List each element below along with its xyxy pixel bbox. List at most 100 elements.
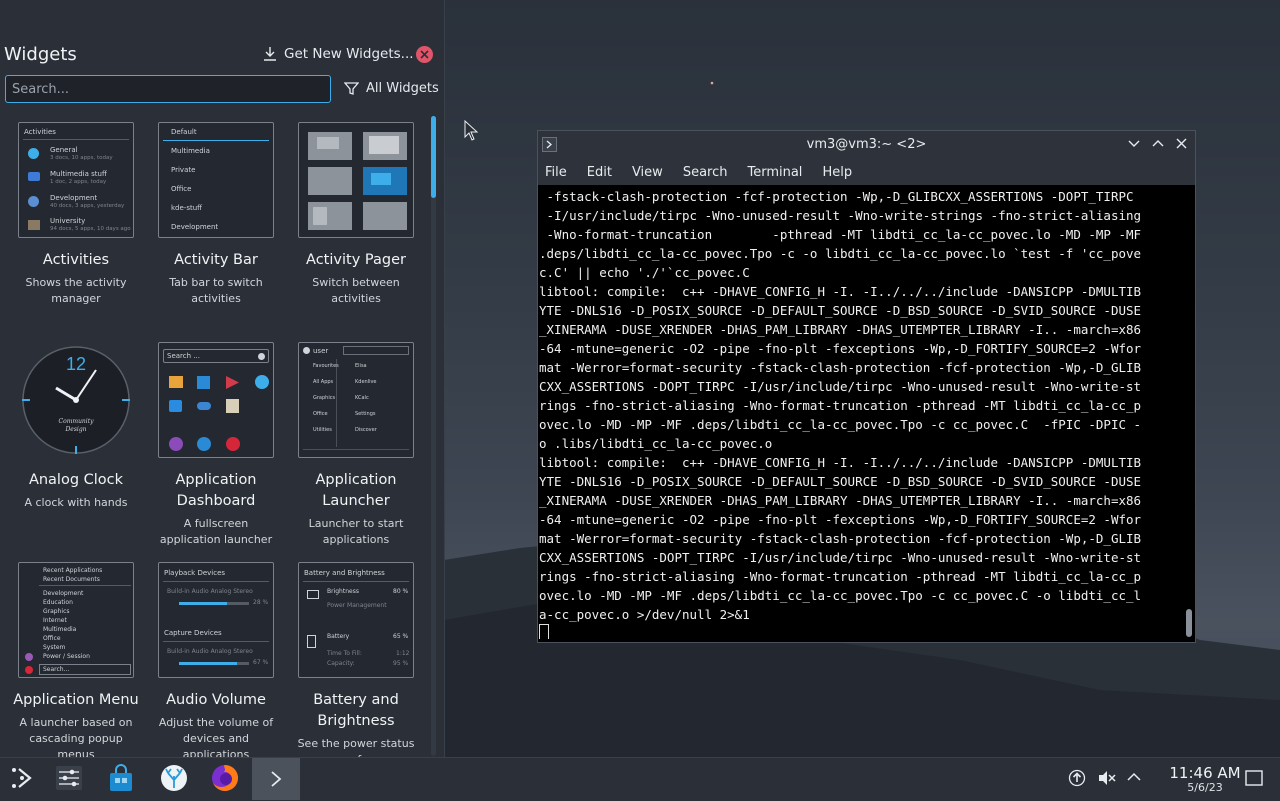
widget-battery-and-brightness[interactable]: Battery and Brightness Brightness 80 % P…	[286, 562, 426, 758]
terminal-line: -64 -mtune=generic -O2 -pipe -fno-plt -f…	[539, 341, 1142, 356]
widget-thumbnail: Default Multimedia Private Office kde-st…	[158, 122, 274, 238]
discover-store-button[interactable]	[105, 762, 137, 794]
thumb-text: Playback Devices	[164, 569, 226, 577]
thumb-text: Development	[171, 223, 219, 231]
minimize-icon[interactable]	[1128, 139, 1140, 149]
panel-title: Widgets	[4, 44, 77, 65]
show-desktop-icon[interactable]	[1245, 770, 1263, 786]
menu-file[interactable]: File	[545, 158, 567, 185]
widgets-panel: Widgets Get New Widgets... All Widgets A…	[0, 0, 445, 758]
widget-name: Activities	[42, 252, 110, 268]
terminal-line: _XINERAMA -DUSE_XRENDER -DHAS_PAM_LIBRAR…	[539, 322, 1142, 337]
terminal-menubar: File Edit View Search Terminal Help	[538, 158, 1195, 185]
terminal-output[interactable]: -fstack-clash-protection -fcf-protection…	[538, 187, 1181, 639]
clock-brand: Community	[58, 418, 94, 425]
thumb-text: Utilities	[313, 427, 332, 433]
widget-activities[interactable]: Activities General 3 docs, 10 apps, toda…	[6, 122, 146, 307]
terminal-prompt-line	[539, 624, 1181, 639]
widget-application-menu[interactable]: Recent Applications Recent Documents Dev…	[6, 562, 146, 758]
widget-thumbnail: Activities General 3 docs, 10 apps, toda…	[18, 122, 134, 238]
widget-application-dashboard[interactable]: Search ... Application Dashboard A fulls…	[146, 342, 286, 548]
terminal-line: ovec.lo -MD -MP -MF .deps/libdti_cc_la-c…	[539, 417, 1142, 432]
text-cursor	[539, 624, 549, 639]
close-window-icon[interactable]	[1176, 138, 1187, 149]
thumb-text: 1:12	[396, 650, 410, 657]
thumb-text: Default	[171, 128, 197, 136]
widget-description: Adjust the volume of devices and applica…	[158, 716, 274, 758]
widget-name: Audio Volume	[166, 692, 266, 708]
terminal-line: rings -fno-strict-aliasing -Wno-format-t…	[539, 398, 1142, 413]
thumb-text: Time To Fill:	[327, 650, 362, 657]
terminal-line: _XINERAMA -DUSE_XRENDER -DHAS_PAM_LIBRAR…	[539, 493, 1142, 508]
terminal-line: YTE -DNLS16 -D_POSIX_SOURCE -D_DEFAULT_S…	[539, 303, 1142, 318]
get-new-widgets-button[interactable]: Get New Widgets...	[262, 46, 414, 62]
terminal-line: ovec.lo -MD -MP -MF .deps/libdti_cc_la-c…	[539, 588, 1142, 603]
widget-audio-volume[interactable]: Playback Devices Build-in Audio Analog S…	[146, 562, 286, 758]
terminal-titlebar[interactable]: vm3@vm3:~ <2>	[538, 131, 1195, 158]
terminal-line: .deps/libdti_cc_la-cc_povec.Tpo -c -o li…	[539, 246, 1142, 261]
thumb-text: Elisa	[355, 363, 367, 369]
thumb-text: Development	[43, 590, 84, 597]
thumb-text: Brightness	[327, 588, 359, 595]
updates-icon[interactable]	[1068, 769, 1086, 787]
thumb-text: Battery	[327, 633, 350, 640]
taskbar	[0, 757, 1280, 801]
clock-date[interactable]: 5/6/23	[1150, 781, 1260, 794]
thumb-text: Recent Applications	[43, 567, 103, 574]
thumb-text: Private	[171, 166, 196, 174]
widget-activity-pager[interactable]: Activity Pager Switch between activities	[286, 122, 426, 307]
thumb-text: General	[50, 146, 78, 154]
close-panel-button[interactable]	[416, 46, 433, 63]
system-settings-button[interactable]	[53, 762, 85, 794]
widget-description: Shows the activity manager	[25, 276, 127, 305]
thumb-text: 40 docs, 3 apps, yesterday	[50, 203, 125, 209]
widget-name: Activity Pager	[306, 252, 406, 268]
scrollbar-handle[interactable]	[431, 116, 436, 198]
terminal-scrollbar[interactable]	[1186, 609, 1192, 637]
menu-terminal[interactable]: Terminal	[747, 158, 802, 185]
clock-time[interactable]: 11:46 AM	[1150, 764, 1260, 782]
widget-description: Launcher to start applications	[308, 517, 404, 546]
terminal-line: -64 -mtune=generic -O2 -pipe -fno-plt -f…	[539, 512, 1142, 527]
chevron-up-icon[interactable]	[1127, 772, 1141, 782]
thumb-text: Multimedia	[43, 626, 77, 633]
thumb-text: 80 %	[393, 588, 409, 595]
widget-description: A fullscreen application launcher	[159, 517, 273, 546]
volume-muted-icon[interactable]	[1097, 769, 1117, 787]
thumb-text: KCalc	[355, 395, 369, 401]
search-input[interactable]	[5, 75, 331, 103]
terminal-window[interactable]: vm3@vm3:~ <2> File Edit View Search Term…	[537, 130, 1196, 643]
terminal-task-button[interactable]	[252, 758, 300, 800]
widget-analog-clock[interactable]: 12 Community Design Analog Clock A clock…	[6, 342, 146, 511]
menu-edit[interactable]: Edit	[587, 158, 612, 185]
thumb-text: Settings	[355, 411, 376, 417]
app-icon-button[interactable]	[158, 762, 190, 794]
close-icon	[420, 50, 429, 59]
kde-launcher-icon	[12, 768, 32, 788]
widget-application-launcher[interactable]: user Favourites All Apps Graphics Office…	[286, 342, 426, 548]
widget-description: Tab bar to switch activities	[169, 276, 263, 305]
application-launcher-button[interactable]	[6, 762, 38, 794]
terminal-line: CXX_ASSERTIONS -DOPT_TIRPC -I/usr/includ…	[539, 379, 1142, 394]
scroll-track[interactable]	[431, 116, 436, 756]
thumb-text: Discover	[355, 427, 377, 433]
thumb-text: Office	[43, 635, 61, 642]
widget-name: Application Launcher	[315, 472, 397, 509]
widget-name: Application Menu	[13, 692, 139, 708]
terminal-line: a-cc_povec.o >/dev/null 2>&1	[539, 607, 750, 622]
menu-search[interactable]: Search	[683, 158, 728, 185]
firefox-button[interactable]	[209, 762, 241, 794]
widget-activity-bar[interactable]: Default Multimedia Private Office kde-st…	[146, 122, 286, 307]
menu-help[interactable]: Help	[822, 158, 852, 185]
filter-widgets-button[interactable]: All Widgets	[344, 81, 439, 96]
widget-thumbnail	[298, 122, 414, 238]
thumb-text: Search ...	[167, 352, 200, 360]
shopping-bag-icon	[110, 764, 132, 791]
thumb-text: Search...	[43, 666, 70, 673]
terminal-title: vm3@vm3:~ <2>	[806, 137, 927, 152]
thumb-text: Kdenlive	[355, 379, 377, 385]
menu-view[interactable]: View	[632, 158, 663, 185]
clock-brand: Design	[64, 426, 86, 433]
maximize-icon[interactable]	[1152, 138, 1164, 148]
widget-thumbnail: Battery and Brightness Brightness 80 % P…	[298, 562, 414, 678]
